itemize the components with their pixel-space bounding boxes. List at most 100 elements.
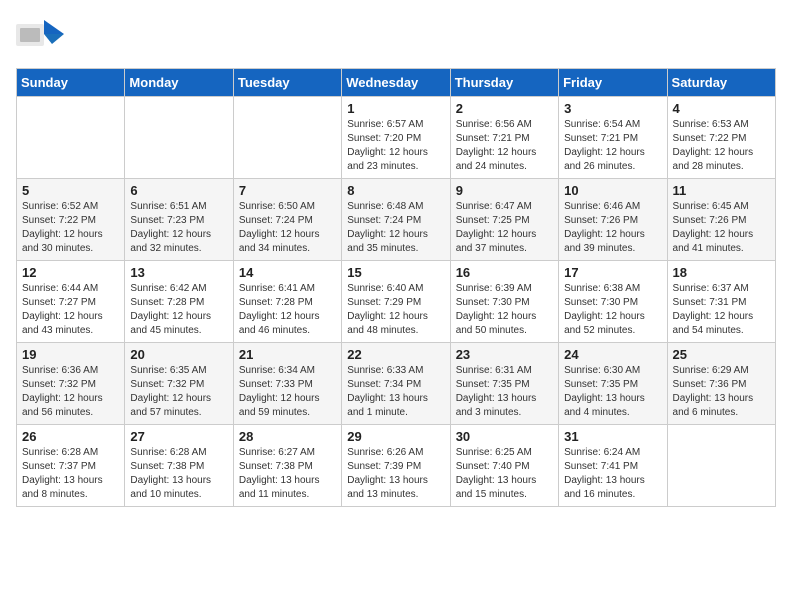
day-number: 13 <box>130 265 227 280</box>
logo <box>16 16 68 56</box>
day-number: 1 <box>347 101 444 116</box>
day-cell: 8 Sunrise: 6:48 AM Sunset: 7:24 PM Daylig… <box>342 179 450 261</box>
day-info: Sunrise: 6:48 AM Sunset: 7:24 PM Dayligh… <box>347 200 444 256</box>
day-cell: 18Sunrise: 6:37 AM Sunset: 7:31 PM Dayli… <box>667 261 775 343</box>
day-cell: 17Sunrise: 6:38 AM Sunset: 7:30 PM Dayli… <box>559 261 667 343</box>
day-cell: 20 Sunrise: 6:35 AM Sunset: 7:32 PM Dayli… <box>125 343 233 425</box>
day-info: Sunrise: 6:54 AM Sunset: 7:21 PM Dayligh… <box>564 118 661 174</box>
day-number: 26 <box>22 429 119 444</box>
day-info: Sunrise: 6:44 AM Sunset: 7:27 PM Dayligh… <box>22 282 119 338</box>
day-number: 4 <box>673 101 770 116</box>
day-info: Sunrise: 6:26 AM Sunset: 7:39 PM Dayligh… <box>347 446 444 502</box>
day-info: Sunrise: 6:31 AM Sunset: 7:35 PM Dayligh… <box>456 364 553 420</box>
day-cell: 28 Sunrise: 6:27 AM Sunset: 7:38 PM Dayli… <box>233 425 341 507</box>
day-cell <box>667 425 775 507</box>
day-cell: 31 Sunrise: 6:24 AM Sunset: 7:41 PM Dayli… <box>559 425 667 507</box>
day-info: Sunrise: 6:34 AM Sunset: 7:33 PM Dayligh… <box>239 364 336 420</box>
day-cell: 24 Sunrise: 6:30 AM Sunset: 7:35 PM Dayli… <box>559 343 667 425</box>
day-number: 29 <box>347 429 444 444</box>
day-number: 21 <box>239 347 336 362</box>
day-cell: 3 Sunrise: 6:54 AM Sunset: 7:21 PM Daylig… <box>559 97 667 179</box>
day-info: Sunrise: 6:35 AM Sunset: 7:32 PM Dayligh… <box>130 364 227 420</box>
day-cell: 26 Sunrise: 6:28 AM Sunset: 7:37 PM Dayli… <box>17 425 125 507</box>
day-cell: 13 Sunrise: 6:42 AM Sunset: 7:28 PM Dayli… <box>125 261 233 343</box>
day-cell: 29 Sunrise: 6:26 AM Sunset: 7:39 PM Dayli… <box>342 425 450 507</box>
day-cell: 23 Sunrise: 6:31 AM Sunset: 7:35 PM Dayli… <box>450 343 558 425</box>
day-info: Sunrise: 6:40 AM Sunset: 7:29 PM Dayligh… <box>347 282 444 338</box>
day-cell: 2 Sunrise: 6:56 AM Sunset: 7:21 PM Daylig… <box>450 97 558 179</box>
week-row-2: 5 Sunrise: 6:52 AM Sunset: 7:22 PM Daylig… <box>17 179 776 261</box>
day-cell: 25 Sunrise: 6:29 AM Sunset: 7:36 PM Dayli… <box>667 343 775 425</box>
day-number: 10 <box>564 183 661 198</box>
day-info: Sunrise: 6:28 AM Sunset: 7:37 PM Dayligh… <box>22 446 119 502</box>
day-cell: 30 Sunrise: 6:25 AM Sunset: 7:40 PM Dayli… <box>450 425 558 507</box>
day-number: 5 <box>22 183 119 198</box>
day-info: Sunrise: 6:36 AM Sunset: 7:32 PM Dayligh… <box>22 364 119 420</box>
day-cell: 4Sunrise: 6:53 AM Sunset: 7:22 PM Daylig… <box>667 97 775 179</box>
day-cell <box>125 97 233 179</box>
day-info: Sunrise: 6:50 AM Sunset: 7:24 PM Dayligh… <box>239 200 336 256</box>
day-cell: 5 Sunrise: 6:52 AM Sunset: 7:22 PM Daylig… <box>17 179 125 261</box>
day-number: 2 <box>456 101 553 116</box>
day-info: Sunrise: 6:41 AM Sunset: 7:28 PM Dayligh… <box>239 282 336 338</box>
day-info: Sunrise: 6:57 AM Sunset: 7:20 PM Dayligh… <box>347 118 444 174</box>
logo-icon <box>16 16 64 56</box>
day-info: Sunrise: 6:56 AM Sunset: 7:21 PM Dayligh… <box>456 118 553 174</box>
day-number: 12 <box>22 265 119 280</box>
day-number: 24 <box>564 347 661 362</box>
day-number: 7 <box>239 183 336 198</box>
day-info: Sunrise: 6:47 AM Sunset: 7:25 PM Dayligh… <box>456 200 553 256</box>
week-row-3: 12 Sunrise: 6:44 AM Sunset: 7:27 PM Dayli… <box>17 261 776 343</box>
day-number: 30 <box>456 429 553 444</box>
day-number: 23 <box>456 347 553 362</box>
day-info: Sunrise: 6:39 AM Sunset: 7:30 PM Dayligh… <box>456 282 553 338</box>
day-cell: 19 Sunrise: 6:36 AM Sunset: 7:32 PM Dayli… <box>17 343 125 425</box>
week-row-1: 1 Sunrise: 6:57 AM Sunset: 7:20 PM Daylig… <box>17 97 776 179</box>
day-info: Sunrise: 6:28 AM Sunset: 7:38 PM Dayligh… <box>130 446 227 502</box>
day-cell: 9 Sunrise: 6:47 AM Sunset: 7:25 PM Daylig… <box>450 179 558 261</box>
week-row-5: 26 Sunrise: 6:28 AM Sunset: 7:37 PM Dayli… <box>17 425 776 507</box>
day-number: 9 <box>456 183 553 198</box>
col-header-friday: Friday <box>559 69 667 97</box>
day-info: Sunrise: 6:33 AM Sunset: 7:34 PM Dayligh… <box>347 364 444 420</box>
day-info: Sunrise: 6:27 AM Sunset: 7:38 PM Dayligh… <box>239 446 336 502</box>
col-header-saturday: Saturday <box>667 69 775 97</box>
day-number: 15 <box>347 265 444 280</box>
day-info: Sunrise: 6:37 AM Sunset: 7:31 PM Dayligh… <box>673 282 770 338</box>
day-info: Sunrise: 6:25 AM Sunset: 7:40 PM Dayligh… <box>456 446 553 502</box>
day-number: 28 <box>239 429 336 444</box>
day-number: 20 <box>130 347 227 362</box>
day-cell: 27 Sunrise: 6:28 AM Sunset: 7:38 PM Dayli… <box>125 425 233 507</box>
col-header-wednesday: Wednesday <box>342 69 450 97</box>
calendar-table: SundayMondayTuesdayWednesdayThursdayFrid… <box>16 68 776 507</box>
day-info: Sunrise: 6:38 AM Sunset: 7:30 PM Dayligh… <box>564 282 661 338</box>
day-cell: 11Sunrise: 6:45 AM Sunset: 7:26 PM Dayli… <box>667 179 775 261</box>
day-info: Sunrise: 6:42 AM Sunset: 7:28 PM Dayligh… <box>130 282 227 338</box>
day-number: 8 <box>347 183 444 198</box>
day-info: Sunrise: 6:29 AM Sunset: 7:36 PM Dayligh… <box>673 364 770 420</box>
day-info: Sunrise: 6:46 AM Sunset: 7:26 PM Dayligh… <box>564 200 661 256</box>
day-cell: 21 Sunrise: 6:34 AM Sunset: 7:33 PM Dayli… <box>233 343 341 425</box>
day-number: 31 <box>564 429 661 444</box>
col-header-sunday: Sunday <box>17 69 125 97</box>
day-cell: 12 Sunrise: 6:44 AM Sunset: 7:27 PM Dayli… <box>17 261 125 343</box>
col-header-tuesday: Tuesday <box>233 69 341 97</box>
day-number: 19 <box>22 347 119 362</box>
day-cell: 10 Sunrise: 6:46 AM Sunset: 7:26 PM Dayli… <box>559 179 667 261</box>
day-cell: 22Sunrise: 6:33 AM Sunset: 7:34 PM Dayli… <box>342 343 450 425</box>
day-number: 16 <box>456 265 553 280</box>
day-info: Sunrise: 6:52 AM Sunset: 7:22 PM Dayligh… <box>22 200 119 256</box>
day-number: 14 <box>239 265 336 280</box>
day-info: Sunrise: 6:51 AM Sunset: 7:23 PM Dayligh… <box>130 200 227 256</box>
day-number: 3 <box>564 101 661 116</box>
day-number: 27 <box>130 429 227 444</box>
day-cell: 15 Sunrise: 6:40 AM Sunset: 7:29 PM Dayli… <box>342 261 450 343</box>
week-row-4: 19 Sunrise: 6:36 AM Sunset: 7:32 PM Dayli… <box>17 343 776 425</box>
col-header-monday: Monday <box>125 69 233 97</box>
day-info: Sunrise: 6:24 AM Sunset: 7:41 PM Dayligh… <box>564 446 661 502</box>
day-cell: 6Sunrise: 6:51 AM Sunset: 7:23 PM Daylig… <box>125 179 233 261</box>
day-number: 25 <box>673 347 770 362</box>
day-cell: 14 Sunrise: 6:41 AM Sunset: 7:28 PM Dayli… <box>233 261 341 343</box>
day-info: Sunrise: 6:30 AM Sunset: 7:35 PM Dayligh… <box>564 364 661 420</box>
page-header <box>16 16 776 56</box>
